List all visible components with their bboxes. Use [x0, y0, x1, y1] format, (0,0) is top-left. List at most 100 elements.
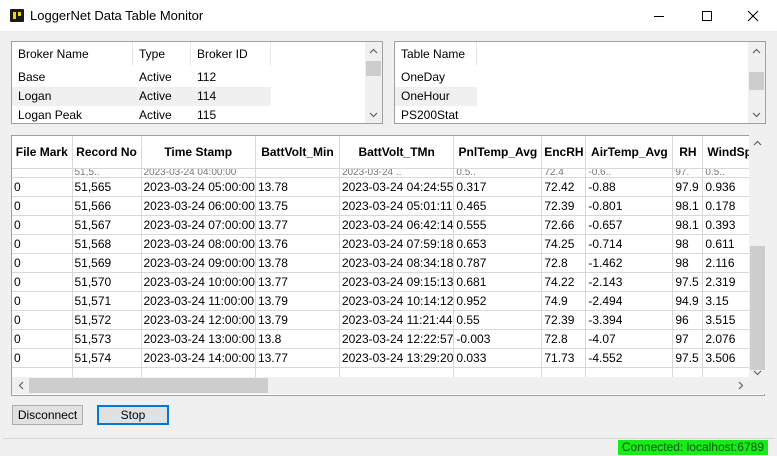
cell: -0.6.. [585, 168, 674, 178]
window-title: LoggerNet Data Table Monitor [30, 8, 204, 23]
scroll-up-icon[interactable] [365, 42, 382, 59]
grid-horizontal-scroll-thumb[interactable] [29, 378, 268, 393]
col-header-rh[interactable]: RH [672, 136, 704, 169]
cell: 72.4 [541, 168, 587, 178]
broker-list-scroll-thumb[interactable] [366, 61, 381, 76]
cell: 0 [12, 272, 73, 292]
cell: 97 [672, 329, 704, 349]
col-header-time-stamp[interactable]: Time Stamp [141, 136, 256, 169]
cell: 2023-03-24 12:00:00 [141, 310, 256, 330]
cell: 0.317 [453, 177, 543, 197]
table-row-ps200stat[interactable]: PS200Stat [395, 106, 477, 123]
table-row-oneday[interactable]: OneDay [395, 68, 477, 87]
cell: 2023-03-24 09:00:00 [141, 253, 256, 273]
table-name-header[interactable]: Table Name [395, 42, 477, 66]
data-grid[interactable]: File Mark Record No Time Stamp BattVolt_… [11, 135, 765, 396]
scroll-down-icon[interactable] [748, 106, 765, 123]
cell: 2023-03-24 .. [339, 168, 455, 178]
col-header-record-no[interactable]: Record No [72, 136, 142, 169]
table-list-scroll-thumb[interactable] [749, 72, 764, 90]
table-row[interactable]: 0 51,573 2023-03-24 13:00:00 13.8 2023-03-24… [12, 329, 764, 349]
scroll-left-icon[interactable] [12, 377, 29, 394]
table-row[interactable]: 0 51,568 2023-03-24 08:00:00 13.76 2023-03-2… [12, 234, 764, 254]
cell: -0.801 [585, 196, 674, 216]
cell: 51,571 [72, 291, 142, 311]
table-list[interactable]: Table Name OneDay OneHour PS200Stat [394, 41, 766, 124]
cell: 2023-03-24 08:34:18 [339, 253, 455, 273]
cell: 72.39 [541, 310, 587, 330]
grid-vertical-scrollbar[interactable] [749, 134, 766, 381]
cell: 72.66 [541, 215, 587, 235]
broker-row-logan[interactable]: Logan Active 114 [12, 87, 271, 106]
cell: 2023-03-24 08:00:00 [141, 234, 256, 254]
cell: 13.77 [255, 272, 340, 292]
cell: 2023-03-24 05:01:11 [339, 196, 455, 216]
maximize-icon [702, 10, 712, 21]
close-button[interactable] [730, 0, 776, 31]
table-row-onehour[interactable]: OneHour [395, 87, 477, 106]
broker-row-base[interactable]: Base Active 112 [12, 68, 271, 87]
table-row[interactable]: 0 51,566 2023-03-24 06:00:00 13.75 2023-03-2… [12, 196, 764, 216]
broker-type-header[interactable]: Type [133, 42, 191, 66]
table-list-header: Table Name [395, 42, 477, 66]
cell: 0 [12, 348, 73, 368]
grid-vertical-scroll-thumb[interactable] [750, 246, 765, 370]
cell: 97.5 [672, 272, 704, 292]
col-header-pnltemp-avg[interactable]: PnlTemp_Avg [453, 136, 543, 169]
scroll-up-icon[interactable] [749, 134, 766, 151]
disconnect-button[interactable]: Disconnect [12, 405, 83, 425]
cell: -0.88 [585, 177, 674, 197]
col-header-battvolt-tmn[interactable]: BattVolt_TMn [339, 136, 455, 169]
table-list-scrollbar[interactable] [748, 42, 765, 123]
cell: 0.653 [453, 234, 543, 254]
table-row[interactable]: 0 51,565 2023-03-24 05:00:00 13.78 2023-03-2… [12, 177, 764, 197]
cell: 74.22 [541, 272, 587, 292]
table-row[interactable]: 0 51,574 2023-03-24 14:00:00 13.77 2023-03-2… [12, 348, 764, 368]
minimize-button[interactable] [636, 0, 682, 31]
cell: 98.1 [672, 215, 704, 235]
cell: 51,572 [72, 310, 142, 330]
broker-id: 115 [197, 108, 217, 122]
col-header-encrh[interactable]: EncRH [541, 136, 587, 169]
cell: 72.8 [541, 329, 587, 349]
cell: 51,568 [72, 234, 142, 254]
cell: 51,574 [72, 348, 142, 368]
col-header-file-mark[interactable]: File Mark [12, 136, 73, 169]
col-header-battvolt-min[interactable]: BattVolt_Min [255, 136, 340, 169]
broker-list[interactable]: Broker Name Type Broker ID Base Active 1… [11, 41, 383, 124]
cell: 94.9 [672, 291, 704, 311]
scroll-right-icon[interactable] [732, 377, 749, 394]
cell: 2023-03-24 12:22:57 [339, 329, 455, 349]
cell: 96 [672, 310, 704, 330]
cell: 98.1 [672, 196, 704, 216]
connection-status: Connected: localhost:6789 [617, 440, 768, 455]
broker-id: 114 [197, 89, 217, 103]
cell: 2023-03-24 06:42:14 [339, 215, 455, 235]
cell: -4.552 [585, 348, 674, 368]
cell: 0.555 [453, 215, 543, 235]
table-row[interactable]: 0 51,567 2023-03-24 07:00:00 13.77 2023-03-2… [12, 215, 764, 235]
title-bar: LoggerNet Data Table Monitor [0, 0, 777, 31]
table-name: OneHour [401, 89, 450, 103]
grid-horizontal-scrollbar[interactable] [12, 377, 749, 394]
scrollbar-corner [749, 377, 766, 394]
cell: 71.73 [541, 348, 587, 368]
table-row[interactable]: 0 51,572 2023-03-24 12:00:00 13.79 2023-03-2… [12, 310, 764, 330]
scroll-down-icon[interactable] [365, 106, 382, 123]
table-row[interactable]: 0 51,570 2023-03-24 10:00:00 13.77 2023-03-2… [12, 272, 764, 292]
cell: 2023-03-24 11:21:44 [339, 310, 455, 330]
broker-list-scrollbar[interactable] [365, 42, 382, 123]
cell: 13.79 [255, 291, 340, 311]
broker-name: Logan Peak [18, 108, 83, 122]
maximize-button[interactable] [684, 0, 730, 31]
stop-button[interactable]: Stop [97, 405, 169, 425]
broker-name: Base [18, 70, 46, 84]
broker-row-logan-peak[interactable]: Logan Peak Active 115 [12, 106, 271, 123]
broker-id-header[interactable]: Broker ID [191, 42, 271, 66]
cell: 13.76 [255, 234, 340, 254]
scroll-up-icon[interactable] [748, 42, 765, 59]
col-header-airtemp-avg[interactable]: AirTemp_Avg [585, 136, 674, 169]
table-row[interactable]: 0 51,569 2023-03-24 09:00:00 13.78 2023-03-2… [12, 253, 764, 273]
broker-name-header[interactable]: Broker Name [12, 42, 133, 66]
table-row[interactable]: 0 51,571 2023-03-24 11:00:00 13.79 2023-03-2… [12, 291, 764, 311]
